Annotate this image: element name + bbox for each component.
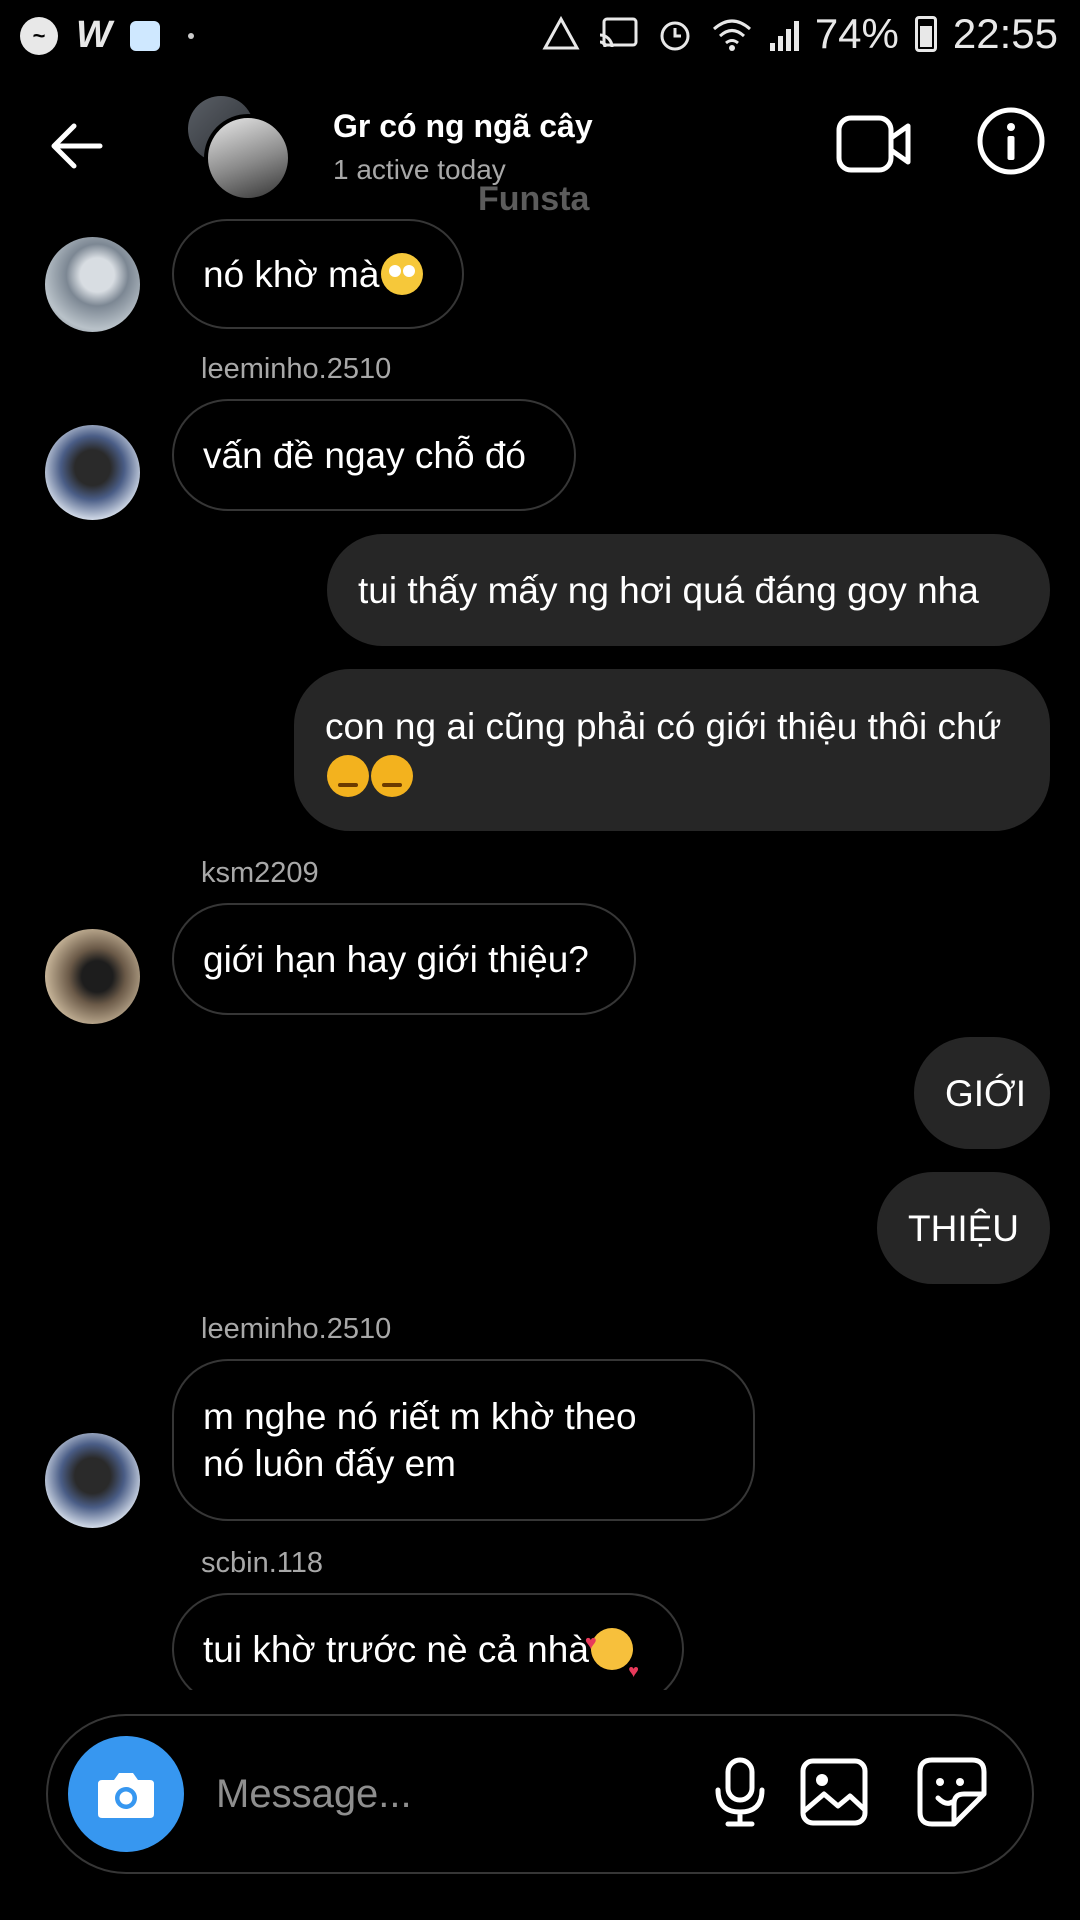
- angry-emoji-icon: [371, 755, 413, 798]
- avatar[interactable]: [45, 929, 140, 1024]
- alarm-icon: [660, 21, 690, 51]
- eye-roll-emoji-icon: [381, 253, 424, 295]
- message-bubble[interactable]: GIỚI: [914, 1037, 1050, 1149]
- message-bubble[interactable]: THIỆU: [877, 1172, 1050, 1284]
- sticker-icon[interactable]: [916, 1756, 988, 1828]
- message-bubble[interactable]: vấn đề ngay chỗ đó: [172, 399, 576, 511]
- more-notifications-icon: [187, 32, 194, 39]
- status-bar: ~ W 74% 22:55: [0, 0, 1080, 76]
- sender-name: leeminho.2510: [201, 353, 392, 385]
- chat-title[interactable]: Gr có ng ngã cây: [333, 108, 593, 145]
- data-saver-icon: [542, 15, 580, 50]
- system-icons: 74% 22:55: [542, 10, 1058, 58]
- avatar[interactable]: [45, 237, 140, 332]
- battery-percent: 74%: [814, 10, 899, 57]
- message-composer: [46, 1714, 1034, 1874]
- sender-name: leeminho.2510: [201, 1313, 392, 1345]
- cast-icon: [599, 17, 638, 48]
- arrow-left-icon[interactable]: [48, 118, 104, 174]
- sender-name: scbin.118: [201, 1547, 323, 1579]
- signal-icon: [769, 17, 799, 51]
- avatar[interactable]: [45, 425, 140, 520]
- wifi-icon: [712, 19, 751, 51]
- microphone-icon[interactable]: [704, 1756, 776, 1828]
- messenger-icon: ~: [20, 16, 58, 55]
- gallery-icon[interactable]: [798, 1756, 870, 1828]
- message-input[interactable]: [216, 1756, 686, 1832]
- camera-button[interactable]: [68, 1736, 184, 1852]
- angry-emoji-icon: [327, 755, 369, 798]
- group-avatar[interactable]: [188, 96, 293, 202]
- avatar[interactable]: [45, 1433, 140, 1528]
- message-bubble[interactable]: tui thấy mấy ng hơi quá đáng goy nha: [327, 534, 1050, 646]
- w-app-icon: W: [76, 14, 112, 56]
- video-call-icon[interactable]: [836, 112, 912, 176]
- notification-icons: ~ W: [20, 14, 194, 57]
- info-icon[interactable]: [976, 106, 1046, 176]
- app-notification-icon: [129, 20, 160, 51]
- battery-icon: [914, 16, 937, 52]
- camera-icon: [98, 1773, 154, 1818]
- group-avatar-member-2: [204, 114, 292, 202]
- sender-name: ksm2209: [201, 857, 319, 889]
- message-bubble[interactable]: nó khờ mà: [172, 219, 464, 329]
- smiling-hearts-emoji-icon: [585, 1620, 639, 1690]
- message-list[interactable]: nó khờ mà leeminho.2510 vấn đề ngay chỗ …: [0, 205, 1080, 1690]
- chat-header: Gr có ng ngã cây 1 active today Funsta: [0, 92, 1080, 218]
- message-bubble[interactable]: giới hạn hay giới thiệu?: [172, 903, 636, 1015]
- message-bubble[interactable]: m nghe nó riết m khờ theo nó luôn đấy em: [172, 1359, 755, 1521]
- clock: 22:55: [952, 10, 1058, 57]
- message-bubble[interactable]: con ng ai cũng phải có giới thiệu thôi c…: [294, 669, 1050, 831]
- message-bubble[interactable]: tui khờ trước nè cả nhà: [172, 1593, 684, 1690]
